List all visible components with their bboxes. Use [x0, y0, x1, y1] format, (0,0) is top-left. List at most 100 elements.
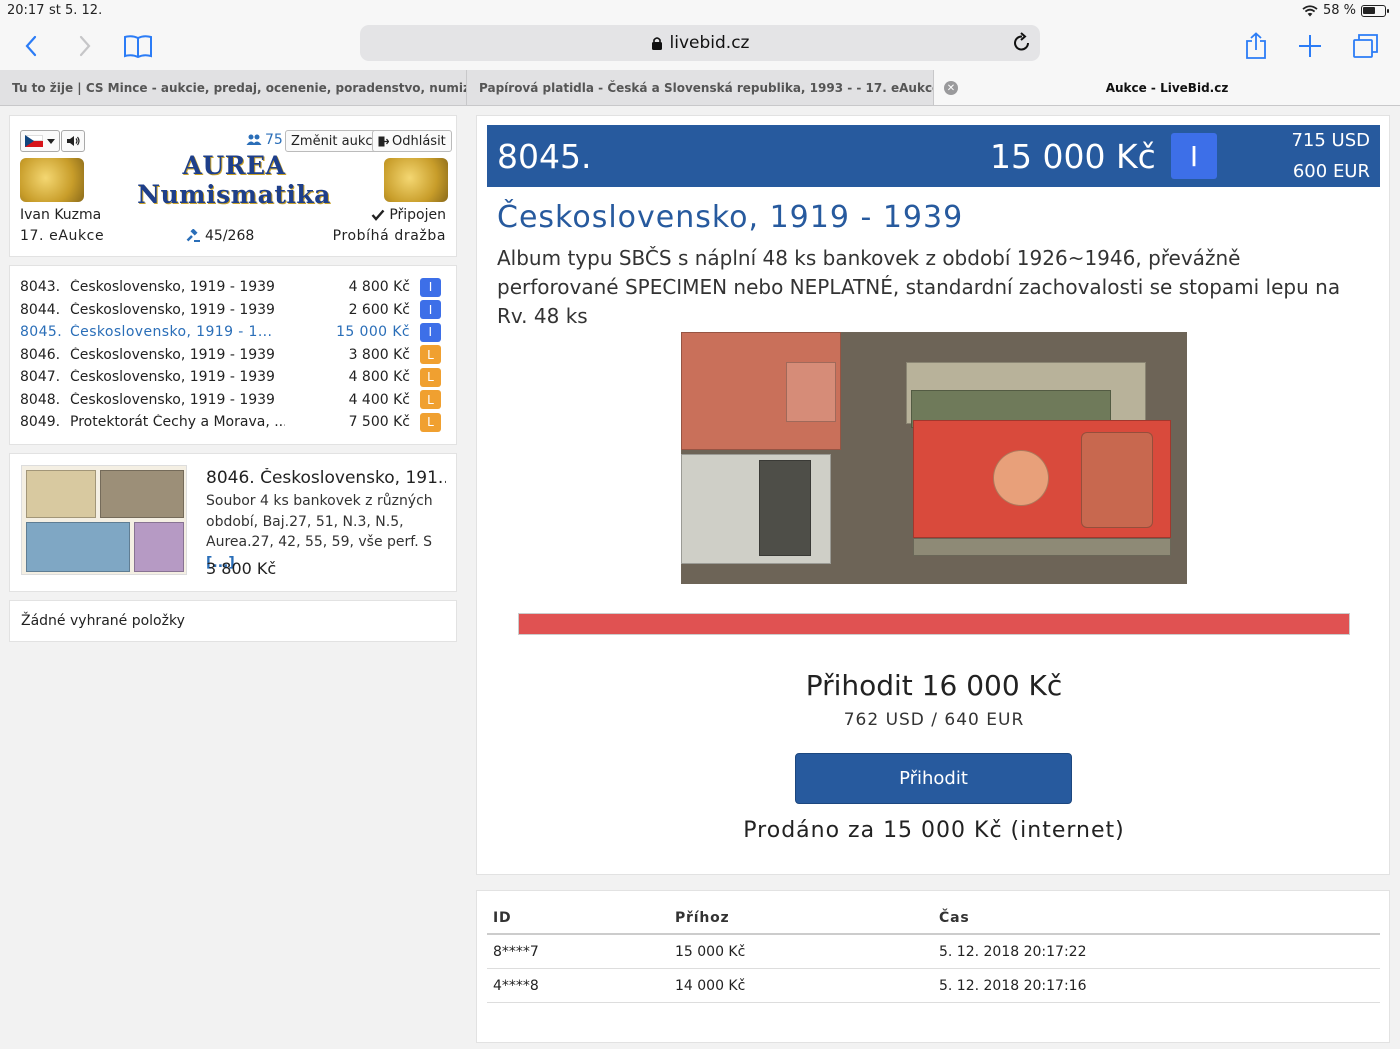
lot-price-eur: 600 EUR: [1292, 161, 1370, 182]
tab-bar: Tu to žije | CS Mince - aukcie, predaj, …: [0, 70, 1400, 106]
chevron-down-icon: [47, 138, 55, 144]
lot-list-badge: I: [420, 322, 441, 342]
lot-list-name: Československo, 1919 - 1939: [70, 346, 275, 363]
lot-list-price: 2 600 Kč: [348, 301, 410, 318]
table-cell: 8****7: [493, 944, 539, 960]
coin-image-left: [20, 158, 84, 202]
check-icon: [371, 209, 385, 221]
tab-aukce-livebid[interactable]: ✕ Aukce - LiveBid.cz: [934, 70, 1400, 105]
lot-list-item[interactable]: 8045. Československo, 1919 - 1... 15 000 K…: [20, 321, 444, 343]
browser-toolbar: livebid.cz: [0, 22, 1400, 70]
logo-text: AUREA Numismatika: [137, 151, 331, 209]
new-tab-icon[interactable]: [1294, 30, 1326, 62]
lot-list-item[interactable]: 8048. Československo, 1919 - 1939 4 400 Kč…: [20, 389, 444, 411]
next-bid-conversion: 762 USD / 640 EUR: [843, 710, 1025, 730]
lot-list-badge: I: [420, 277, 441, 297]
next-lot-card[interactable]: 8046. Československo, 191... Soubor 4 ks…: [9, 453, 457, 592]
table-row: 4****8 14 000 Kč 5. 12. 2018 20:17:16: [487, 969, 1380, 1003]
table-cell: 4****8: [493, 978, 539, 994]
current-lot-panel: 8045. 15 000 Kč I 715 USD 600 EUR Českos…: [476, 115, 1390, 875]
status-time: 20:17: [7, 3, 45, 18]
lot-list-badge: L: [420, 390, 441, 409]
auction-name: 17. eAukce: [20, 228, 105, 244]
lot-list-item[interactable]: 8044. Československo, 1919 - 1939 2 600 Kč…: [20, 299, 444, 321]
lot-list-item[interactable]: 8049. Protektorát Čechy a Morava, ... 7 50…: [20, 411, 444, 433]
forward-icon[interactable]: [69, 30, 101, 62]
lot-list-number: 8046.: [20, 346, 61, 363]
lot-list-price: 3 800 Kč: [348, 346, 410, 363]
lot-list-name: Československo, 1919 - 1...: [70, 324, 273, 340]
battery-icon: [1361, 4, 1389, 17]
lot-list-price: 15 000 Kč: [336, 324, 410, 340]
lot-list-number: 8044.: [20, 301, 61, 318]
lot-list: 8043. Československo, 1919 - 1939 4 800 Kč…: [9, 265, 457, 445]
lot-type-badge: I: [1171, 133, 1217, 179]
lot-number: 8045.: [497, 137, 592, 176]
lot-list-badge: L: [420, 345, 441, 364]
share-icon[interactable]: [1240, 30, 1272, 62]
lot-list-badge: L: [420, 412, 441, 432]
sound-toggle-button[interactable]: [61, 130, 85, 152]
bid-timer-progress: [518, 613, 1350, 635]
connection-status: Připojen: [371, 207, 446, 223]
bookmarks-icon[interactable]: [122, 30, 154, 62]
auction-status: Probíhá dražba: [332, 228, 446, 244]
reload-icon[interactable]: [1012, 32, 1032, 54]
place-bid-button[interactable]: Přihodit: [795, 753, 1072, 804]
bid-history-panel: ID Příhoz Čas 8****7 15 000 Kč 5. 12. 2018 20…: [476, 890, 1390, 1043]
url-text: livebid.cz: [669, 33, 750, 53]
lot-image[interactable]: [681, 332, 1187, 584]
lot-counter: 45/268: [186, 228, 254, 244]
lot-list-item[interactable]: 8043. Československo, 1919 - 1939 4 800 Kč…: [20, 276, 444, 298]
lot-list-number: 8047.: [20, 369, 61, 385]
close-tab-icon[interactable]: ✕: [944, 81, 958, 95]
lot-list-number: 8048.: [20, 391, 61, 408]
lot-price-usd: 715 USD: [1291, 130, 1370, 151]
lot-description: Album typu SBČS s náplní 48 ks bankovek …: [497, 246, 1341, 328]
lot-header-bar: 8045. 15 000 Kč I 715 USD 600 EUR: [487, 125, 1380, 187]
online-users: 75: [246, 132, 283, 148]
speaker-icon: [67, 136, 80, 146]
tabs-overview-icon[interactable]: [1350, 30, 1382, 62]
logout-button[interactable]: Odhlásit: [372, 130, 452, 152]
table-cell: 15 000 Kč: [675, 944, 746, 960]
change-auction-button[interactable]: Změnit aukci: [285, 130, 383, 152]
next-lot-title: 8046. Československo, 191...: [206, 468, 446, 488]
users-icon: [246, 134, 262, 145]
won-items-label: Žádné vyhrané položky: [21, 613, 185, 629]
language-selector[interactable]: [20, 130, 60, 152]
wifi-icon: [1302, 4, 1318, 16]
lot-list-price: 4 800 Kč: [348, 369, 410, 385]
lot-list-item[interactable]: 8047. Československo, 1919 - 1939 4 800 Kč…: [20, 366, 444, 388]
lot-list-price: 4 800 Kč: [348, 279, 410, 295]
table-row: 8****7 15 000 Kč 5. 12. 2018 20:17:22: [487, 935, 1380, 969]
status-bar: 20:17 st 5. 12. 58 %: [0, 0, 1400, 22]
table-header-cell: ID: [493, 910, 512, 926]
lot-list-name: Československo, 1919 - 1939: [70, 391, 275, 408]
coin-image-right: [384, 158, 448, 202]
lot-list-name: Československo, 1919 - 1939: [70, 369, 275, 385]
lot-list-item[interactable]: 8046. Československo, 1919 - 1939 3 800 Kč…: [20, 344, 444, 366]
lot-list-name: Československo, 1919 - 1939: [70, 301, 275, 318]
lot-title: Československo, 1919 - 1939: [497, 200, 964, 235]
lock-icon: [651, 36, 662, 50]
logout-icon: [378, 136, 389, 146]
sold-status: Prodáno za 15 000 Kč (internet): [743, 818, 1125, 843]
lot-list-badge: I: [420, 300, 441, 319]
tab-csmince[interactable]: Tu to žije | CS Mince - aukcie, predaj, …: [0, 70, 467, 105]
czech-flag-icon: [25, 135, 43, 147]
address-bar[interactable]: livebid.cz: [360, 25, 1040, 61]
lot-list-name: Protektorát Čechy a Morava, ...: [70, 414, 285, 430]
tab-papirova-platidla[interactable]: Papírová platidla - Česká a Slovenská re…: [467, 70, 934, 105]
next-bid-label: Přihodit 16 000 Kč: [805, 669, 1063, 702]
lot-list-name: Československo, 1919 - 1939: [70, 279, 275, 295]
table-cell: 14 000 Kč: [675, 978, 746, 994]
lot-current-price: 15 000 Kč: [990, 137, 1156, 176]
lot-list-badge: L: [420, 367, 441, 387]
won-items-panel: Žádné vyhrané položky: [9, 600, 457, 642]
table-cell: 5. 12. 2018 20:17:16: [939, 978, 1087, 994]
battery-percent: 58 %: [1322, 3, 1356, 18]
lot-list-price: 4 400 Kč: [348, 391, 410, 408]
back-icon[interactable]: [15, 30, 47, 62]
aurea-logo: AUREA Numismatika: [20, 151, 448, 209]
